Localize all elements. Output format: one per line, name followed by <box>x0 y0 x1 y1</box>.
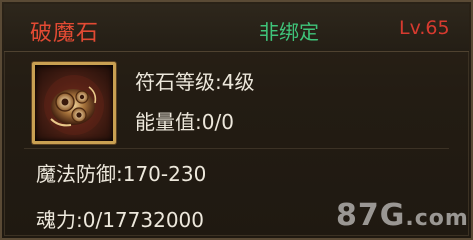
item-icon-slot[interactable] <box>32 62 116 144</box>
tooltip-header: 破魔石 非绑定 Lv.65 <box>4 4 469 52</box>
rune-stone-icon <box>44 75 104 135</box>
energy-stat: 能量值:0/0 <box>135 110 234 134</box>
section-divider <box>24 148 449 149</box>
watermark-suffix: .com <box>405 206 469 231</box>
bind-state-label: 非绑定 <box>259 20 319 44</box>
item-tooltip: 破魔石 非绑定 Lv.65 符石等级:4级 能量值:0/0 魔法防御:170-2… <box>0 0 473 240</box>
item-name: 破魔石 <box>30 21 100 46</box>
soul-power-stat: 魂力:0/17732000 <box>36 208 204 232</box>
rune-level-stat: 符石等级:4级 <box>135 70 255 94</box>
watermark-text: 87G <box>336 198 406 233</box>
level-requirement: Lv.65 <box>399 17 450 39</box>
magic-defense-stat: 魔法防御:170-230 <box>36 162 207 186</box>
site-watermark: 87G.com <box>336 198 469 233</box>
